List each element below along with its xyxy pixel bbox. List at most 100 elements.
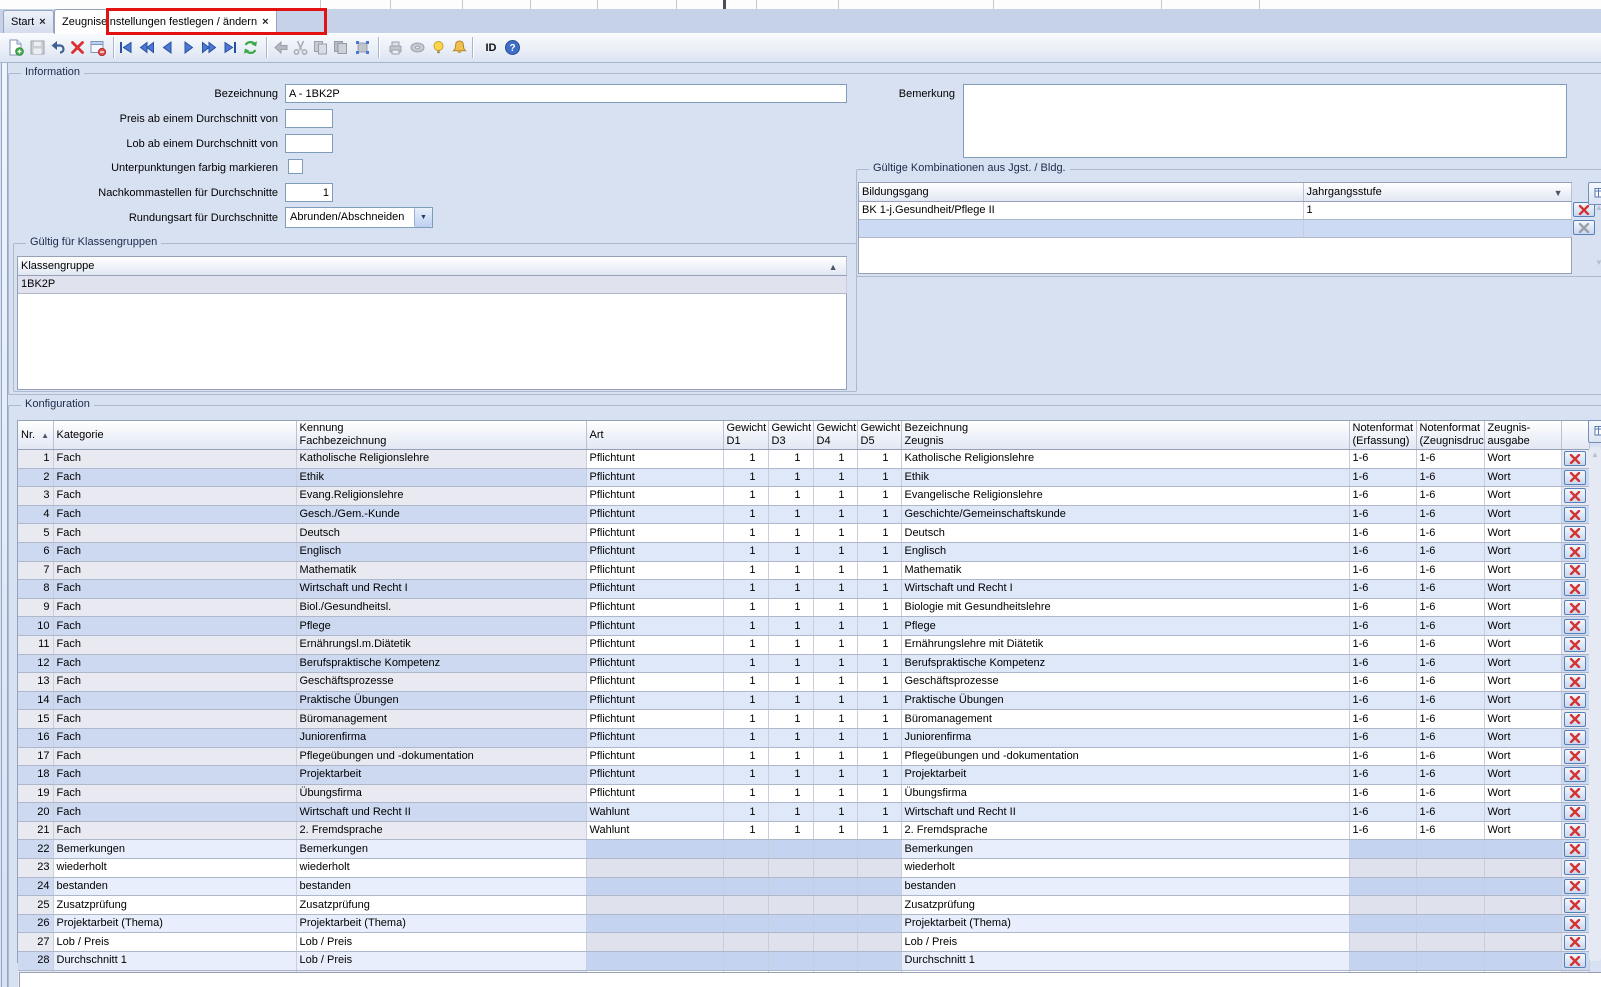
- cell-gewicht-d3[interactable]: 1: [768, 728, 814, 748]
- delete-row-button[interactable]: [1563, 637, 1586, 653]
- table-row[interactable]: 4 Fach Gesch./Gem.-Kunde Pflichtunt 1 1 …: [18, 505, 1590, 525]
- cell-notenformat-erfassung[interactable]: [1349, 914, 1417, 934]
- cell-gewicht-d1[interactable]: 1: [723, 784, 769, 804]
- cell-gewicht-d1[interactable]: 1: [723, 672, 769, 692]
- cell-bezeichnung-zeugnis[interactable]: Geschäftsprozesse: [901, 672, 1350, 692]
- cell-notenformat-zeugnisdruck[interactable]: [1416, 951, 1485, 971]
- table-row[interactable]: 18 Fach Projektarbeit Pflichtunt 1 1 1 1…: [18, 765, 1590, 785]
- delete-row-button[interactable]: [1563, 711, 1586, 727]
- cell-gewicht-d5[interactable]: 1: [857, 468, 902, 488]
- cell-gewicht-d1[interactable]: 1: [723, 598, 769, 618]
- cell-gewicht-d5[interactable]: [857, 932, 902, 953]
- cell-art[interactable]: Pflichtunt: [586, 505, 724, 525]
- table-row[interactable]: 13 Fach Geschäftsprozesse Pflichtunt 1 1…: [18, 672, 1590, 692]
- cell-gewicht-d5[interactable]: 1: [857, 654, 902, 674]
- cell-zeugnisausgabe[interactable]: [1484, 951, 1562, 971]
- cell-notenformat-erfassung[interactable]: [1349, 951, 1417, 971]
- cell-gewicht-d1[interactable]: 1: [723, 747, 769, 767]
- cell-art[interactable]: Pflichtunt: [586, 691, 724, 711]
- table-row[interactable]: 16 Fach Juniorenfirma Pflichtunt 1 1 1 1…: [18, 728, 1590, 748]
- cell-notenformat-erfassung[interactable]: 1-6: [1349, 784, 1417, 804]
- lob-input[interactable]: [285, 134, 333, 153]
- table-row[interactable]: 20 Fach Wirtschaft und Recht II Wahlunt …: [18, 802, 1590, 822]
- column-header-notenformat-erfassung[interactable]: Notenformat (Erfassung): [1349, 421, 1417, 450]
- cell-art[interactable]: Pflichtunt: [586, 728, 724, 748]
- cell-bezeichnung-zeugnis[interactable]: Ernährungslehre mit Diätetik: [901, 635, 1350, 655]
- cell-bezeichnung-zeugnis[interactable]: Zusatzprüfung: [901, 895, 1350, 915]
- cell-zeugnisausgabe[interactable]: Wort: [1484, 691, 1562, 711]
- delete-row-button[interactable]: [1563, 581, 1586, 597]
- cell-gewicht-d3[interactable]: 1: [768, 672, 814, 692]
- delete-row-button[interactable]: [1563, 748, 1586, 764]
- cell-art[interactable]: [586, 839, 724, 860]
- sort-asc-icon[interactable]: ▲: [829, 261, 838, 274]
- cell-zeugnisausgabe[interactable]: Wort: [1484, 672, 1562, 692]
- cell-gewicht-d4[interactable]: 1: [813, 821, 858, 841]
- cell-bezeichnung-zeugnis[interactable]: Katholische Religionslehre: [901, 449, 1350, 469]
- cell-bezeichnung-zeugnis[interactable]: 2. Fremdsprache: [901, 821, 1350, 841]
- cell-notenformat-zeugnisdruck[interactable]: [1416, 877, 1485, 897]
- table-row[interactable]: 8 Fach Wirtschaft und Recht I Pflichtunt…: [18, 579, 1590, 599]
- cell-gewicht-d4[interactable]: 1: [813, 598, 858, 618]
- delete-row-button[interactable]: [1563, 953, 1586, 969]
- table-row[interactable]: 3 Fach Evang.Religionslehre Pflichtunt 1…: [18, 486, 1590, 506]
- scroll-down-icon[interactable]: ▼: [1595, 258, 1601, 267]
- cell-gewicht-d1[interactable]: 1: [723, 561, 769, 581]
- unterpunktungen-checkbox[interactable]: [288, 159, 303, 174]
- cell-notenformat-erfassung[interactable]: 1-6: [1349, 579, 1417, 599]
- cell-notenformat-zeugnisdruck[interactable]: 1-6: [1416, 784, 1485, 804]
- cell-bezeichnung-zeugnis[interactable]: Pflegeübungen und -dokumentation: [901, 747, 1350, 767]
- nav-prev-page-button[interactable]: [136, 36, 157, 59]
- cell-zeugnisausgabe[interactable]: Wort: [1484, 654, 1562, 674]
- cell-zeugnisausgabe[interactable]: Wort: [1484, 523, 1562, 543]
- table-row[interactable]: 10 Fach Pflege Pflichtunt 1 1 1 1 Pflege…: [18, 616, 1590, 636]
- cell-gewicht-d1[interactable]: 1: [723, 691, 769, 711]
- cell-gewicht-d3[interactable]: 1: [768, 523, 814, 543]
- cell-jahrgangsstufe[interactable]: 1: [1303, 201, 1572, 220]
- cell-bezeichnung-zeugnis[interactable]: Pflege: [901, 616, 1350, 636]
- cell-zeugnisausgabe[interactable]: Wort: [1484, 505, 1562, 525]
- klassengruppe-row[interactable]: 1BK2P: [18, 275, 847, 294]
- cell-gewicht-d5[interactable]: 1: [857, 728, 902, 748]
- cell-bezeichnung-zeugnis[interactable]: wiederholt: [901, 858, 1350, 878]
- column-header-bildungsgang[interactable]: Bildungsgang: [859, 183, 1304, 202]
- cell-art[interactable]: [586, 951, 724, 971]
- cell-notenformat-zeugnisdruck[interactable]: 1-6: [1416, 486, 1485, 506]
- column-header-kategorie[interactable]: Kategorie: [53, 421, 297, 450]
- cell-zeugnisausgabe[interactable]: Wort: [1484, 709, 1562, 729]
- cell-gewicht-d5[interactable]: [857, 858, 902, 878]
- cell-notenformat-erfassung[interactable]: 1-6: [1349, 821, 1417, 841]
- cell-gewicht-d4[interactable]: 1: [813, 709, 858, 729]
- cell-gewicht-d4[interactable]: [813, 914, 858, 934]
- cell-art[interactable]: Pflichtunt: [586, 709, 724, 729]
- cell-notenformat-zeugnisdruck[interactable]: 1-6: [1416, 579, 1485, 599]
- cell-gewicht-d5[interactable]: 1: [857, 523, 902, 543]
- cell-zeugnisausgabe[interactable]: Wort: [1484, 616, 1562, 636]
- column-header-gewicht-d1[interactable]: Gewicht D1: [723, 421, 769, 450]
- cell-gewicht-d4[interactable]: 1: [813, 523, 858, 543]
- table-row[interactable]: 7 Fach Mathematik Pflichtunt 1 1 1 1 Mat…: [18, 561, 1590, 581]
- delete-row-button[interactable]: [1563, 804, 1586, 820]
- cell-notenformat-zeugnisdruck[interactable]: 1-6: [1416, 561, 1485, 581]
- cell-notenformat-zeugnisdruck[interactable]: [1416, 932, 1485, 953]
- table-row[interactable]: 22 Bemerkungen Bemerkungen Bemerkungen: [18, 839, 1590, 860]
- cell-gewicht-d5[interactable]: 1: [857, 765, 902, 785]
- bell-button[interactable]: [449, 36, 470, 59]
- undo-button[interactable]: [47, 36, 68, 59]
- cell-gewicht-d4[interactable]: 1: [813, 486, 858, 506]
- table-row[interactable]: 15 Fach Büromanagement Pflichtunt 1 1 1 …: [18, 709, 1590, 729]
- bemerkung-textarea[interactable]: [963, 84, 1567, 158]
- cell-notenformat-zeugnisdruck[interactable]: [1416, 895, 1485, 915]
- cell-art[interactable]: Pflichtunt: [586, 654, 724, 674]
- rundungsart-select[interactable]: Abrunden/Abschneiden ▼: [285, 207, 433, 228]
- cell-gewicht-d4[interactable]: [813, 895, 858, 915]
- cell-notenformat-zeugnisdruck[interactable]: 1-6: [1416, 598, 1485, 618]
- cell-bezeichnung-zeugnis[interactable]: Mathematik: [901, 561, 1350, 581]
- cell-bezeichnung-zeugnis[interactable]: Evangelische Religionslehre: [901, 486, 1350, 506]
- cell-gewicht-d5[interactable]: 1: [857, 821, 902, 841]
- cell-art[interactable]: Pflichtunt: [586, 672, 724, 692]
- cell-notenformat-zeugnisdruck[interactable]: [1416, 914, 1485, 934]
- cell-gewicht-d1[interactable]: 1: [723, 709, 769, 729]
- cell-bezeichnung-zeugnis[interactable]: Ethik: [901, 468, 1350, 488]
- cell-gewicht-d5[interactable]: 1: [857, 691, 902, 711]
